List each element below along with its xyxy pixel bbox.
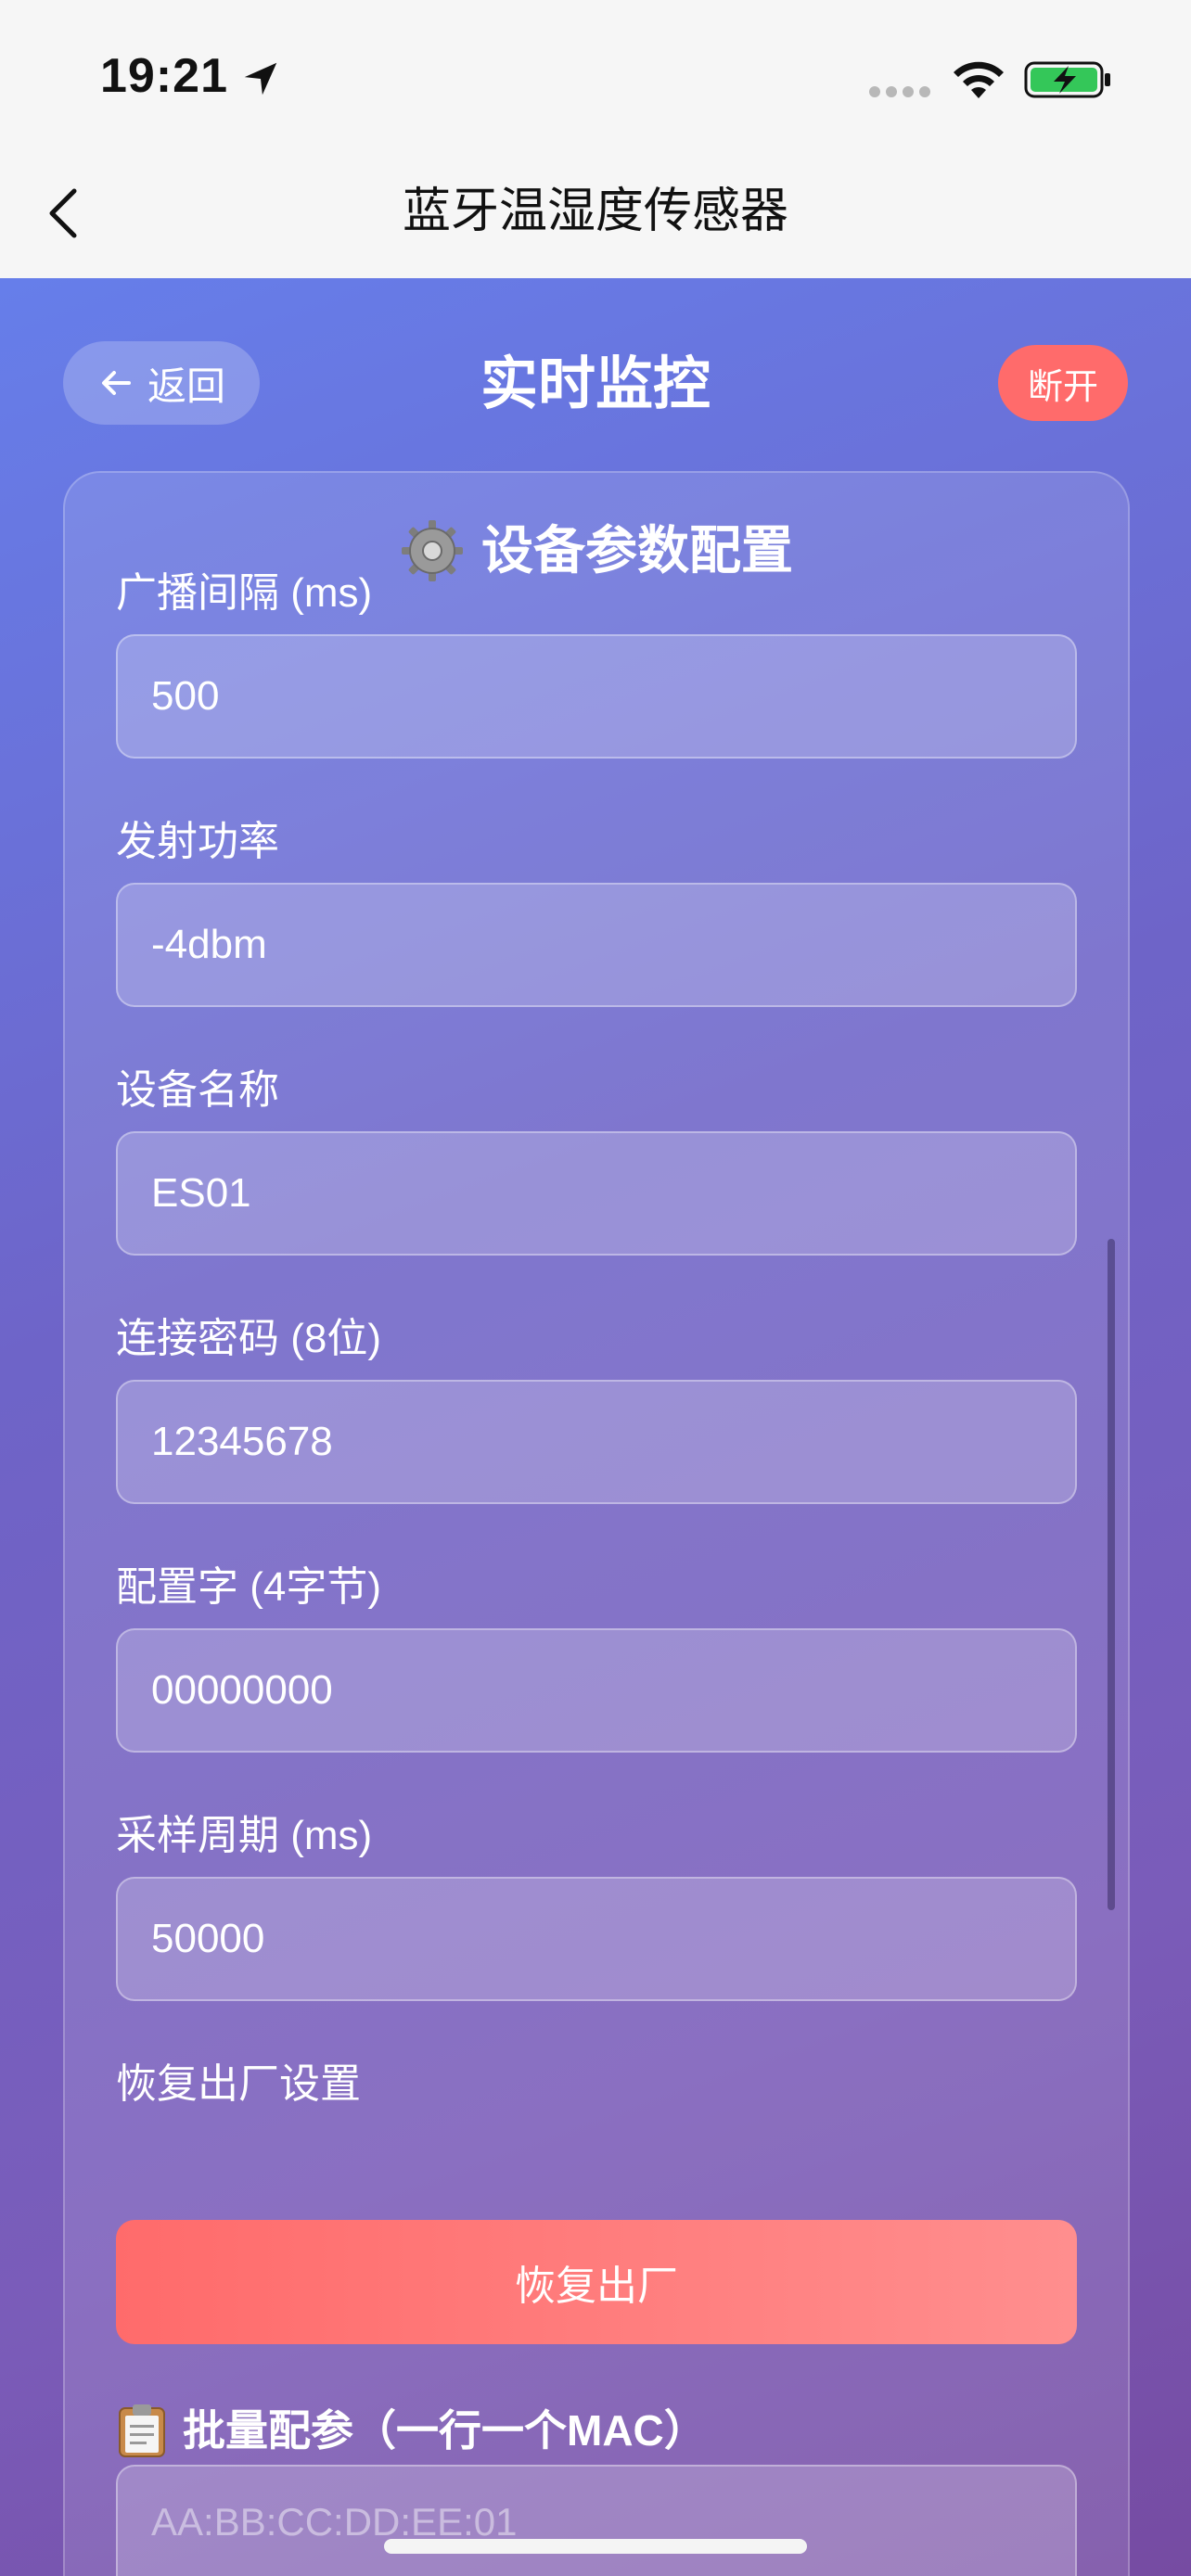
disconnect-button[interactable]: 断开 xyxy=(998,345,1128,421)
config-word-label: 配置字 (4字节) xyxy=(116,1564,381,1610)
mac-list-textarea[interactable]: AA:BB:CC:DD:EE:01 xyxy=(116,2465,1077,2576)
config-card: 设备参数配置 广播间隔 (ms) 500 发射功率 -4dbm 设备名称 ES0… xyxy=(63,471,1130,2576)
advertising-interval-label: 广播间隔 (ms) xyxy=(116,570,373,616)
signal-dots-icon xyxy=(869,86,930,97)
status-bar: 19:21 xyxy=(0,0,1191,158)
factory-reset-label: 恢复出厂设置 xyxy=(116,2061,361,2107)
gear-icon xyxy=(402,520,463,581)
device-name-label: 设备名称 xyxy=(116,1067,279,1113)
home-indicator xyxy=(384,2539,807,2554)
sampling-period-input[interactable]: 50000 xyxy=(116,1877,1077,2001)
device-name-input[interactable]: ES01 xyxy=(116,1131,1077,1256)
clipboard-icon xyxy=(119,2404,165,2457)
status-time: 19:21 xyxy=(100,49,228,103)
config-word-input[interactable]: 00000000 xyxy=(116,1628,1077,1753)
main-content: 返回 实时监控 断开 设备参数配置 广播间隔 (ms) 500 发射功率 -4d… xyxy=(0,278,1191,2576)
advertising-interval-input[interactable]: 500 xyxy=(116,634,1077,759)
config-title-text: 设备参数配置 xyxy=(481,521,793,580)
password-input[interactable]: 12345678 xyxy=(116,1380,1077,1504)
wifi-icon xyxy=(954,61,1004,98)
nav-title: 蓝牙温湿度传感器 xyxy=(402,185,788,238)
password-label: 连接密码 (8位) xyxy=(116,1316,381,1361)
sampling-period-label: 采样周期 (ms) xyxy=(116,1813,373,1858)
tx-power-input[interactable]: -4dbm xyxy=(116,883,1077,1007)
batch-config-title-text: 批量配参（一行一个MAC） xyxy=(183,2406,707,2455)
battery-charging-icon xyxy=(1024,61,1110,98)
batch-config-title: 批量配参（一行一个MAC） xyxy=(116,2398,707,2463)
tx-power-label: 发射功率 xyxy=(116,819,279,864)
scrollbar[interactable] xyxy=(1108,1239,1115,1910)
location-arrow-icon xyxy=(244,62,277,96)
factory-reset-button[interactable]: 恢复出厂 xyxy=(116,2220,1077,2344)
